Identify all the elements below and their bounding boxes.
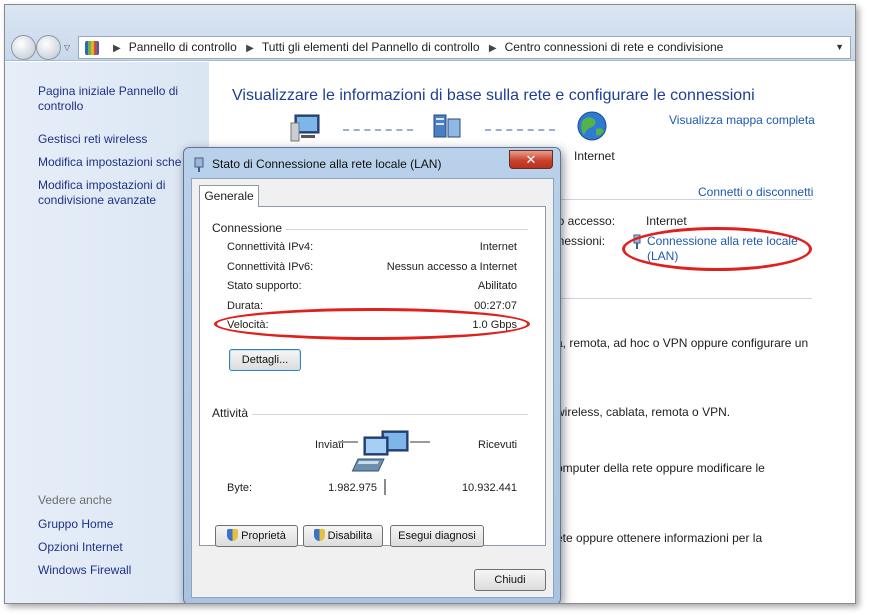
- computer-icon[interactable]: [289, 113, 323, 143]
- network-map-link-line: [485, 129, 555, 131]
- task-text-new-connection: a, remota, ad hoc o VPN oppure configura…: [556, 336, 809, 350]
- details-button[interactable]: Dettagli...: [229, 349, 301, 371]
- sidebar-firewall-link[interactable]: Windows Firewall: [38, 563, 131, 578]
- duration-label: Durata:: [227, 300, 264, 312]
- sidebar-home-link[interactable]: Pagina iniziale Pannello di controllo: [38, 84, 198, 114]
- connection-group-label: Connessione: [212, 221, 287, 235]
- address-bar-area: ▽ ▶ Pannello di controllo ▶ Tutti gli elem…: [5, 5, 855, 61]
- sidebar-advanced-sharing-link[interactable]: Modifica impostazioni di condivisione av…: [38, 178, 198, 208]
- view-full-map-link[interactable]: Visualizza mappa completa: [669, 113, 815, 127]
- see-also-heading: Vedere anche: [38, 493, 113, 507]
- recent-pages-dropdown-icon[interactable]: ▽: [64, 43, 70, 52]
- control-panel-window: ▽ ▶ Pannello di controllo ▶ Tutti gli elem…: [4, 4, 856, 604]
- breadcrumb-control-panel[interactable]: Pannello di controllo: [129, 40, 237, 54]
- forward-button[interactable]: [36, 35, 61, 60]
- highlight-ellipse: [622, 227, 812, 271]
- control-panel-icon: [85, 41, 99, 55]
- dialog-title: Stato di Connessione alla rete locale (L…: [212, 157, 442, 171]
- connect-disconnect-link[interactable]: Connetti o disconnetti: [694, 185, 814, 199]
- media-state-value: Abilitato: [477, 280, 517, 292]
- breadcrumb: ▶ Pannello di controllo ▶ Tutti gli elemen…: [107, 37, 723, 58]
- general-tab-panel: Connessione Connettività IPv4: Internet …: [199, 206, 546, 547]
- media-state-label: Stato supporto:: [227, 280, 302, 292]
- access-type-value: Internet: [646, 214, 687, 228]
- properties-button[interactable]: Proprietà: [215, 525, 298, 547]
- disable-button[interactable]: Disabilita: [303, 525, 383, 547]
- address-box[interactable]: ▶ Pannello di controllo ▶ Tutti gli elemen…: [78, 36, 851, 59]
- breadcrumb-network-center[interactable]: Centro connessioni di rete e condivision…: [505, 40, 724, 54]
- speed-highlight-ellipse: [214, 308, 530, 340]
- dialog-body: Generale Connessione Connettività IPv4: …: [191, 178, 554, 598]
- internet-label: Internet: [574, 149, 615, 163]
- ethernet-icon: [194, 157, 204, 172]
- close-button[interactable]: Chiudi: [474, 569, 546, 591]
- diagnose-button[interactable]: Esegui diagnosi: [390, 525, 484, 547]
- sidebar: Pagina iniziale Pannello di controllo Ge…: [5, 62, 209, 603]
- task-text-troubleshoot: ete oppure ottenere informazioni per la: [556, 531, 763, 545]
- received-label: Ricevuti: [478, 439, 518, 451]
- ipv6-label: Connettività IPv6:: [227, 261, 314, 273]
- breadcrumb-all-items[interactable]: Tutti gli elementi del Pannello di contr…: [262, 40, 480, 54]
- globe-icon[interactable]: [576, 111, 610, 141]
- network-activity-icon: [338, 430, 430, 472]
- bytes-label: Byte:: [227, 482, 253, 494]
- tab-general[interactable]: Generale: [199, 185, 259, 207]
- sidebar-internet-options-link[interactable]: Opzioni Internet: [38, 540, 123, 555]
- ipv4-value: Internet: [479, 241, 517, 253]
- breadcrumb-arrow-icon[interactable]: ▶: [246, 43, 254, 54]
- bytes-received-value: 10.932.441: [461, 482, 517, 494]
- back-button[interactable]: [11, 35, 36, 60]
- network-map-link-line: [343, 129, 413, 131]
- bytes-sent-value: 1.982.975: [328, 482, 377, 494]
- uac-shield-icon: [227, 529, 239, 541]
- disable-button-label: Disabilita: [327, 530, 373, 542]
- page-title: Visualizzare le informazioni di base sul…: [232, 87, 755, 104]
- address-dropdown-icon[interactable]: ▼: [835, 42, 844, 52]
- lan-status-dialog: Stato di Connessione alla rete locale (L…: [183, 147, 561, 603]
- ipv4-label: Connettività IPv4:: [227, 241, 314, 253]
- network-icon[interactable]: [430, 111, 464, 141]
- uac-shield-icon: [313, 529, 325, 541]
- task-text-connect-network: wireless, cablata, remota o VPN.: [556, 405, 731, 419]
- activity-separator: [384, 479, 386, 495]
- breadcrumb-arrow-icon[interactable]: ▶: [113, 43, 121, 54]
- duration-value: 00:27:07: [474, 300, 517, 312]
- task-text-homegroup: omputer della rete oppure modificare le: [556, 461, 765, 475]
- sidebar-homegroup-link[interactable]: Gruppo Home: [38, 517, 113, 532]
- group-divider: [212, 414, 528, 415]
- breadcrumb-arrow-icon[interactable]: ▶: [489, 43, 497, 54]
- close-icon[interactable]: ✕: [509, 150, 553, 169]
- properties-button-label: Proprietà: [241, 530, 286, 542]
- activity-group-label: Attività: [212, 406, 253, 420]
- ipv6-value: Nessun accesso a Internet: [386, 261, 517, 273]
- sidebar-manage-wireless-link[interactable]: Gestisci reti wireless: [38, 132, 147, 147]
